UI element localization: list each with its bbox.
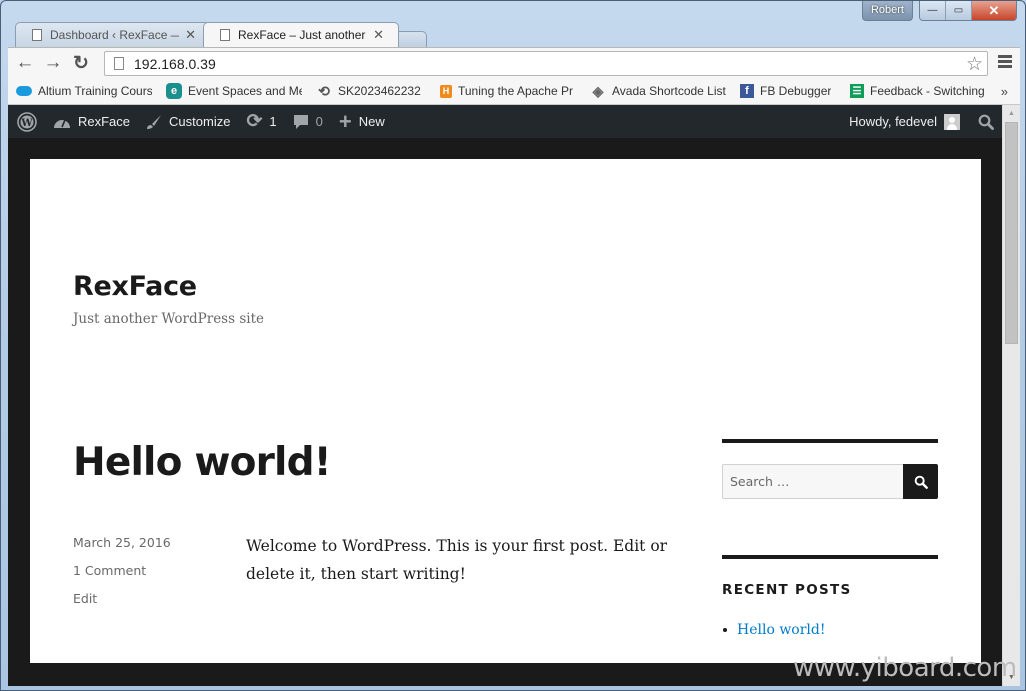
- search-form: [722, 464, 938, 499]
- new-label: New: [358, 114, 385, 129]
- vertical-scrollbar[interactable]: ▲ ▼: [1002, 105, 1020, 686]
- address-bar[interactable]: 192.168.0.39 ☆: [104, 51, 988, 76]
- post-comments-link[interactable]: 1 Comment: [73, 563, 146, 578]
- window-buttons: — ▭ ✕: [919, 1, 1017, 21]
- e-logo-icon: e: [166, 83, 182, 99]
- recent-posts-heading: RECENT POSTS: [722, 582, 852, 598]
- post-title[interactable]: Hello world!: [73, 440, 332, 485]
- comments-count: 0: [315, 114, 323, 129]
- bookmarks-bar: Altium Training Cours e Event Spaces and…: [8, 78, 1020, 105]
- new-content-menu[interactable]: + New: [331, 105, 393, 138]
- minimize-button[interactable]: —: [920, 1, 946, 20]
- forward-button[interactable]: →: [39, 49, 67, 77]
- search-input[interactable]: [722, 464, 903, 499]
- url-text[interactable]: 192.168.0.39: [134, 56, 216, 72]
- bookmark-altium[interactable]: Altium Training Cours: [16, 84, 152, 98]
- close-window-button[interactable]: ✕: [972, 1, 1016, 20]
- tab-rexface[interactable]: RexFace – Just another Wo ✕: [203, 22, 399, 47]
- updates-link[interactable]: ⟳ 1: [238, 105, 284, 138]
- facebook-icon: f: [740, 84, 754, 98]
- howdy-label: Howdy, fedevel: [849, 114, 937, 129]
- bookmark-star-icon[interactable]: ☆: [966, 53, 983, 76]
- post-edit-link[interactable]: Edit: [73, 591, 97, 606]
- cloud-icon: [16, 86, 32, 96]
- bookmark-avada[interactable]: ◈ Avada Shortcode List: [590, 83, 726, 99]
- post-date[interactable]: March 25, 2016: [73, 535, 171, 550]
- updates-count: 1: [269, 114, 277, 129]
- wp-logo-menu[interactable]: W: [8, 105, 45, 138]
- document-icon: [220, 29, 230, 41]
- search-submit-button[interactable]: [903, 464, 938, 499]
- site-description: Just another WordPress site: [73, 311, 264, 327]
- search-icon: [914, 475, 928, 489]
- site-title[interactable]: RexFace: [73, 271, 197, 302]
- bookmark-event-spaces[interactable]: e Event Spaces and Me: [166, 83, 302, 99]
- tab-label: Dashboard ‹ RexFace — W: [50, 28, 180, 42]
- admin-search-button[interactable]: [968, 105, 1002, 138]
- layers-icon: ◈: [592, 82, 604, 99]
- watermark: www.yiboard.com: [793, 653, 1017, 683]
- history-icon: ⟲: [318, 82, 330, 99]
- widget-divider: [722, 555, 938, 559]
- paintbrush-icon: [146, 114, 162, 130]
- bookmark-fb-debugger[interactable]: f FB Debugger: [740, 84, 836, 98]
- widget-divider: [722, 439, 938, 443]
- bookmarks-overflow-button[interactable]: »: [1001, 84, 1008, 99]
- scrollbar-thumb[interactable]: [1005, 122, 1018, 344]
- recent-post-link[interactable]: Hello world!: [737, 622, 826, 638]
- list-item: Hello world!: [722, 622, 826, 638]
- scroll-up-arrow-icon[interactable]: ▲: [1003, 105, 1020, 122]
- recent-posts-list: Hello world!: [722, 622, 826, 638]
- comment-bubble-icon: [293, 114, 309, 130]
- svg-text:W: W: [20, 118, 33, 129]
- search-icon: [978, 114, 994, 130]
- tab-strip: Dashboard ‹ RexFace — W ✕ RexFace – Just…: [15, 21, 427, 47]
- comments-link[interactable]: 0: [285, 105, 331, 138]
- post-content: Welcome to WordPress. This is your first…: [246, 537, 668, 583]
- tab-close-icon[interactable]: ✕: [373, 27, 384, 43]
- tab-close-icon[interactable]: ✕: [185, 27, 196, 43]
- browser-toolbar: ← → ↻ 192.168.0.39 ☆: [8, 47, 1020, 78]
- sheets-icon: ☰: [850, 84, 864, 98]
- bookmark-sk[interactable]: ⟲ SK2023462232: [316, 83, 426, 99]
- reload-button[interactable]: ↻: [67, 49, 95, 77]
- plus-icon: +: [338, 108, 352, 134]
- customize-label: Customize: [169, 114, 231, 129]
- site-name-label: RexFace: [78, 114, 131, 129]
- dashboard-gauge-icon: [53, 115, 71, 129]
- maximize-button[interactable]: ▭: [946, 1, 972, 20]
- document-icon: [32, 29, 42, 41]
- wp-admin-bar: W RexFace Customize ⟳ 1 0 + New Howdy, f…: [8, 105, 1002, 138]
- window-controls: Robert — ▭ ✕: [861, 1, 1017, 21]
- page-icon: [114, 57, 124, 70]
- bookmark-apache[interactable]: H Tuning the Apache Pr: [440, 84, 576, 98]
- h-logo-icon: H: [440, 84, 452, 98]
- wordpress-logo-icon: W: [17, 111, 37, 132]
- window-user-badge[interactable]: Robert: [861, 1, 913, 21]
- my-account-menu[interactable]: Howdy, fedevel: [841, 105, 968, 138]
- chrome-menu-icon[interactable]: [998, 55, 1012, 70]
- customize-link[interactable]: Customize: [138, 105, 238, 138]
- site-content: RexFace Just another WordPress site Hell…: [30, 159, 981, 663]
- bookmark-feedback[interactable]: ☰ Feedback - Switching: [850, 84, 986, 98]
- site-name-menu[interactable]: RexFace: [45, 105, 138, 138]
- avatar: [944, 113, 960, 130]
- tab-label: RexFace – Just another Wo: [238, 28, 367, 42]
- new-tab-button[interactable]: [395, 31, 427, 47]
- bullet: [723, 628, 727, 632]
- admin-bar-secondary: Howdy, fedevel: [841, 105, 1002, 138]
- updates-refresh-icon: ⟳: [246, 111, 263, 132]
- tab-dashboard[interactable]: Dashboard ‹ RexFace — W ✕: [15, 22, 211, 47]
- browser-window: Robert — ▭ ✕ Dashboard ‹ RexFace — W ✕ R…: [0, 0, 1026, 691]
- back-button[interactable]: ←: [11, 49, 39, 77]
- page-viewport: RexFace Just another WordPress site Hell…: [8, 138, 1002, 686]
